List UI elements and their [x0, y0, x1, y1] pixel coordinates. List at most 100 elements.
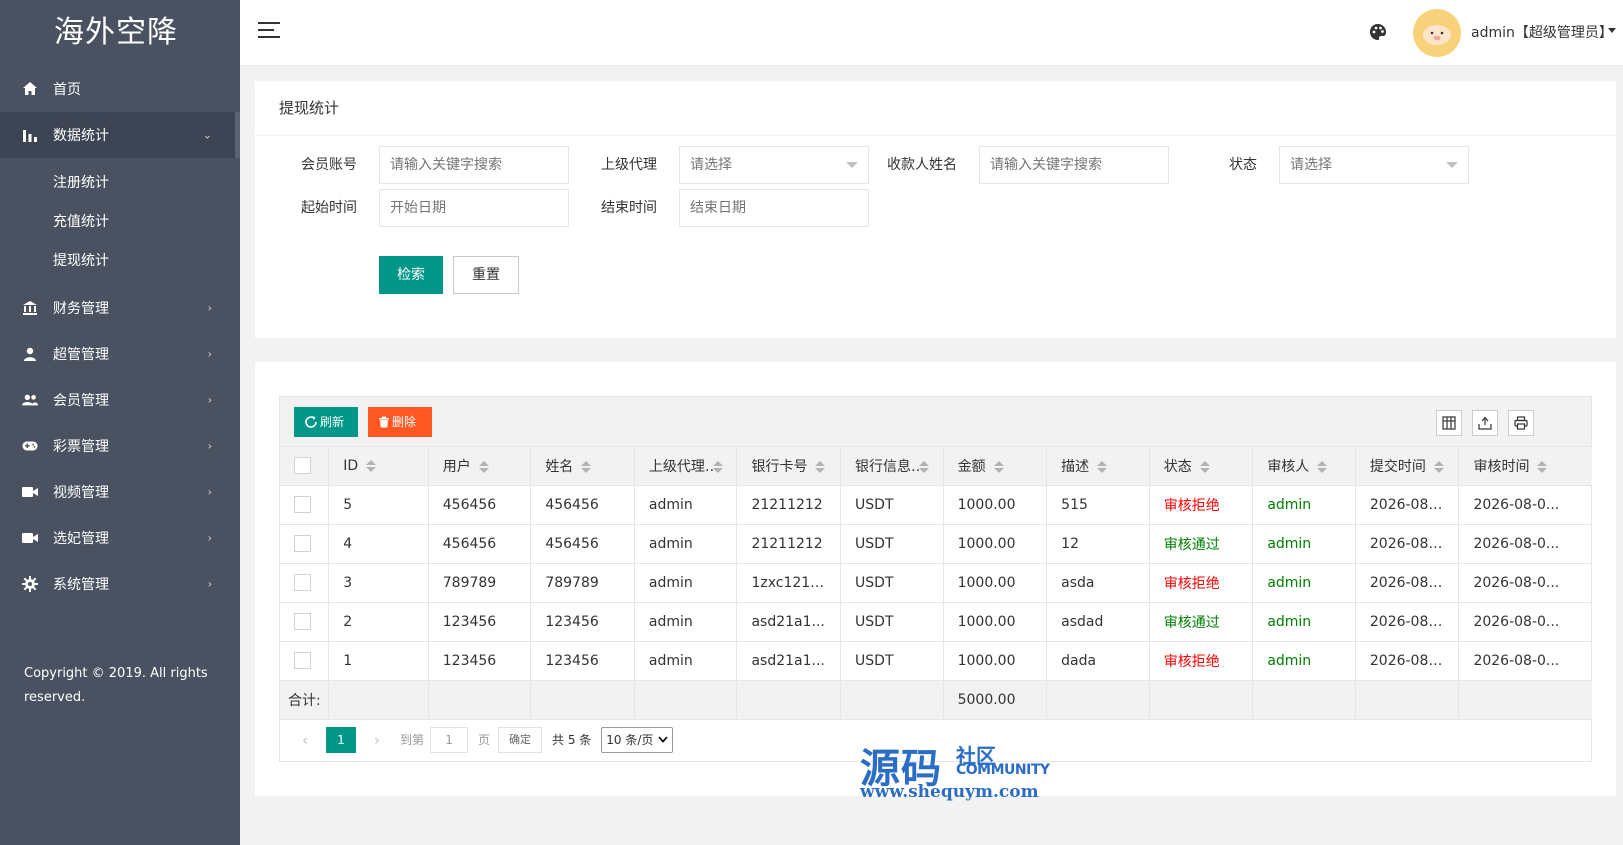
- reset-button[interactable]: 重置: [453, 256, 519, 294]
- sidebar-item-system[interactable]: 系统管理 ›: [0, 561, 240, 607]
- table-cell: [1252, 680, 1356, 720]
- end-date-input[interactable]: 结束日期: [679, 189, 869, 227]
- payee-input[interactable]: 请输入关键字搜索: [979, 146, 1169, 184]
- select-all-checkbox[interactable]: [280, 447, 330, 486]
- table-cell: [840, 680, 944, 720]
- total-amount: 5000.00: [943, 680, 1048, 720]
- page-label: 页: [478, 733, 491, 747]
- chevron-right-icon: ›: [207, 485, 212, 499]
- column-header[interactable]: 姓名: [530, 447, 635, 486]
- table-cell: 1000.00: [943, 485, 1048, 525]
- sidebar-item-super-admin[interactable]: 超管管理 ›: [0, 331, 240, 377]
- copyright: Copyright © 2019. All rights reserved.: [24, 666, 208, 705]
- column-header[interactable]: 金额: [943, 447, 1048, 486]
- column-header[interactable]: 用户: [428, 447, 532, 486]
- column-header[interactable]: 状态: [1149, 447, 1254, 486]
- sort-icon[interactable]: [1317, 460, 1328, 474]
- prev-page-icon[interactable]: ‹: [294, 731, 316, 749]
- search-button[interactable]: 检索: [379, 256, 443, 294]
- sidebar-item-selection[interactable]: 选妃管理 ›: [0, 515, 240, 561]
- sidebar-item-members[interactable]: 会员管理 ›: [0, 377, 240, 423]
- column-header[interactable]: 上级代理: [634, 447, 738, 486]
- refresh-label: 刷新: [320, 415, 345, 429]
- top-header: admin【超级管理员】: [240, 0, 1623, 66]
- status-select[interactable]: 请选择: [1279, 146, 1469, 184]
- menu-toggle-icon[interactable]: [258, 22, 280, 42]
- columns-filter-icon[interactable]: [1436, 410, 1462, 436]
- sidebar-item-data-stats[interactable]: 数据统计 ⌄: [0, 112, 240, 158]
- start-date-input[interactable]: 开始日期: [379, 189, 569, 227]
- row-checkbox[interactable]: [280, 641, 330, 681]
- sort-icon[interactable]: [1433, 460, 1444, 474]
- sidebar-item-finance[interactable]: 财务管理 ›: [0, 285, 240, 331]
- account-input[interactable]: 请输入关键字搜索: [379, 146, 569, 184]
- table-cell: 123456: [530, 641, 635, 681]
- export-icon[interactable]: [1472, 410, 1498, 436]
- table-cell: 审核拒绝: [1149, 641, 1254, 681]
- column-header[interactable]: 审核人: [1252, 447, 1356, 486]
- table-cell: [428, 680, 532, 720]
- sort-icon[interactable]: [815, 460, 826, 474]
- delete-label: 删除: [392, 415, 417, 429]
- sort-icon[interactable]: [1097, 460, 1108, 474]
- sidebar-subitem-withdraw-stats[interactable]: 提现统计: [0, 240, 240, 279]
- sort-icon[interactable]: [1199, 460, 1210, 474]
- search-card: 提现统计 会员账号 请输入关键字搜索 上级代理 请选择 收款人姓名 请输入关键字…: [255, 81, 1616, 338]
- delete-button[interactable]: 删除: [368, 407, 432, 437]
- refresh-button[interactable]: 刷新: [294, 407, 358, 437]
- table-cell: asd21a1...: [736, 602, 842, 642]
- sidebar-item-label: 数据统计: [53, 128, 109, 144]
- agent-label: 上级代理: [601, 157, 657, 173]
- row-checkbox[interactable]: [280, 524, 330, 564]
- page-size-select[interactable]: 10 条/页: [601, 726, 674, 753]
- table-row[interactable]: 3 789789 789789 admin 1zxc1212... USDT 1000.00…: [280, 563, 1592, 603]
- column-header[interactable]: 银行信息: [840, 447, 944, 486]
- sidebar-item-label: 彩票管理: [53, 439, 109, 455]
- column-header[interactable]: ID: [328, 447, 429, 486]
- palette-icon[interactable]: [1368, 22, 1388, 42]
- table-row[interactable]: 4 456456 456456 admin 21211212 USDT 1000.00 12 审…: [280, 524, 1592, 564]
- column-header[interactable]: 银行卡号: [736, 447, 842, 486]
- sidebar-item-video[interactable]: 视频管理 ›: [0, 469, 240, 515]
- table-cell: [736, 680, 842, 720]
- sort-icon[interactable]: [993, 460, 1004, 474]
- current-page[interactable]: 1: [326, 726, 356, 753]
- table-cell: admin: [634, 563, 738, 603]
- table-cell: 123456: [428, 602, 532, 642]
- sidebar-subitem-register-stats[interactable]: 注册统计: [0, 162, 240, 201]
- column-header[interactable]: 审核时间: [1458, 447, 1592, 486]
- sort-icon[interactable]: [478, 460, 489, 474]
- sort-icon[interactable]: [1537, 460, 1548, 474]
- sort-icon[interactable]: [366, 459, 377, 473]
- table-row[interactable]: 5 456456 456456 admin 21211212 USDT 1000.00 515…: [280, 485, 1592, 525]
- table-row[interactable]: 2 123456 123456 admin asd21a1... USDT 1000.00 a…: [280, 602, 1592, 642]
- table-row[interactable]: 1 123456 123456 admin asd21a1... USDT 1000.00 d…: [280, 641, 1592, 681]
- column-header[interactable]: 描述: [1046, 447, 1150, 486]
- sidebar-item-lottery[interactable]: 彩票管理 ›: [0, 423, 240, 469]
- user-name[interactable]: admin【超级管理员】: [1471, 22, 1613, 42]
- table-cell: admin: [1252, 641, 1356, 681]
- sidebar-item-home[interactable]: 首页: [0, 66, 240, 112]
- dropdown-arrow-icon: [1446, 162, 1458, 168]
- goto-page-input[interactable]: 1: [430, 726, 469, 753]
- row-checkbox[interactable]: [280, 602, 330, 642]
- caret-down-icon[interactable]: [1608, 28, 1616, 33]
- sidebar-subitem-recharge-stats[interactable]: 充值统计: [0, 201, 240, 240]
- chevron-down-icon: ⌄: [202, 128, 212, 142]
- row-checkbox[interactable]: [280, 563, 330, 603]
- agent-select[interactable]: 请选择: [679, 146, 869, 184]
- table-cell: USDT: [840, 602, 944, 642]
- row-checkbox[interactable]: [280, 485, 330, 525]
- confirm-page-button[interactable]: 确定: [498, 726, 543, 753]
- user-icon: [22, 346, 38, 362]
- print-icon[interactable]: [1508, 410, 1534, 436]
- page-size-value: 10 条/页: [606, 733, 654, 747]
- chevron-right-icon: ›: [207, 531, 212, 545]
- table-cell: asda: [1046, 563, 1150, 603]
- table-cell: [1149, 680, 1254, 720]
- next-page-icon[interactable]: ›: [366, 731, 388, 749]
- table-cell: admin: [634, 524, 738, 564]
- column-header[interactable]: 提交时间: [1355, 447, 1460, 486]
- avatar[interactable]: [1413, 9, 1461, 57]
- sort-icon[interactable]: [581, 460, 592, 474]
